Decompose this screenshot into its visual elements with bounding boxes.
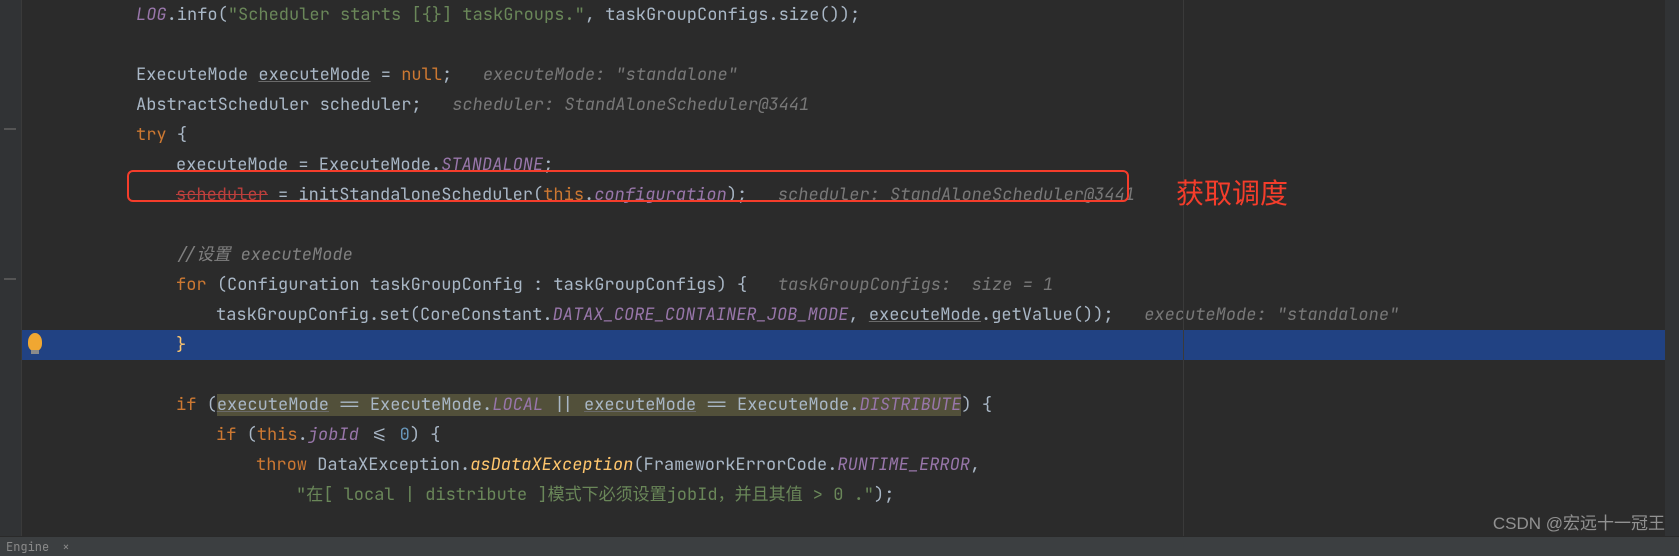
code-line-empty[interactable]: [22, 360, 1679, 390]
code-text: DataXException.: [317, 454, 470, 476]
code-line-empty[interactable]: [22, 210, 1679, 240]
code-text: ) {: [410, 424, 441, 446]
editor[interactable]: LOG.info("Scheduler starts [{}] taskGrou…: [22, 0, 1679, 536]
code-line[interactable]: scheduler = initStandaloneScheduler(this…: [22, 180, 1679, 210]
code-line[interactable]: for (Configuration taskGroupConfig : tas…: [22, 270, 1679, 300]
variable-reassigned: scheduler: [176, 184, 268, 206]
code-text: ) {: [961, 394, 992, 416]
code-text: == ExecuteMode.: [329, 394, 492, 416]
code-line[interactable]: LOG.info("Scheduler starts [{}] taskGrou…: [22, 0, 1679, 30]
keyword: if: [216, 424, 247, 446]
code-text: .info(: [167, 4, 228, 26]
code-line[interactable]: if (this.jobId <= 0) {: [22, 420, 1679, 450]
code-text: ,: [848, 304, 868, 326]
field-ref: configuration: [594, 184, 727, 206]
error-stripe[interactable]: [1665, 0, 1679, 536]
brace: {: [177, 124, 187, 146]
field-ref: LOG: [136, 4, 167, 26]
close-icon[interactable]: ×: [62, 537, 69, 556]
static-field: DATAX_CORE_CONTAINER_JOB_MODE: [553, 304, 849, 326]
inlay-hint: scheduler: StandAloneScheduler@3441: [452, 94, 809, 116]
field-ref: jobId: [308, 424, 359, 446]
inlay-hint: taskGroupConfigs: size = 1: [778, 274, 1053, 296]
code-line-current[interactable]: }: [22, 330, 1679, 360]
annotation-label: 获取调度: [1176, 172, 1288, 212]
gutter-marker: [4, 278, 16, 280]
code-line[interactable]: "在[ local | distribute ]模式下必须设置jobId，并且其…: [22, 480, 1679, 510]
tool-window-tab[interactable]: Engine ×: [0, 536, 1679, 556]
code-text: , taskGroupConfigs.size());: [585, 4, 860, 26]
number: 0: [400, 424, 410, 446]
static-method: asDataXException: [470, 454, 633, 476]
keyword: try: [136, 124, 177, 146]
code-text: .getValue());: [981, 304, 1144, 326]
static-field: DISTRIBUTE: [859, 394, 961, 416]
gutter[interactable]: [0, 0, 22, 556]
variable: executeMode: [869, 304, 981, 326]
code-text: ;: [543, 154, 553, 176]
code-text: );: [727, 184, 778, 206]
tool-window-label: Engine: [6, 539, 49, 555]
keyword: this: [257, 424, 298, 446]
code-line[interactable]: ExecuteMode executeMode = null; executeM…: [22, 60, 1679, 90]
keyword: this: [543, 184, 584, 206]
code-text: =: [371, 64, 402, 86]
code-line[interactable]: try {: [22, 120, 1679, 150]
static-field: STANDALONE: [441, 154, 543, 176]
code-line[interactable]: //设置 executeMode: [22, 240, 1679, 270]
code-text: ,: [970, 454, 980, 476]
variable: executeMode: [258, 64, 370, 86]
code-line[interactable]: throw DataXException.asDataXException(Fr…: [22, 450, 1679, 480]
gutter-marker: [4, 128, 16, 130]
inlay-hint: executeMode: "standalone": [1144, 304, 1399, 326]
code-line[interactable]: taskGroupConfig.set(CoreConstant.DATAX_C…: [22, 300, 1679, 330]
watermark: CSDN @宏远十一冠王: [1493, 509, 1665, 534]
code-text: (Configuration taskGroupConfig : taskGro…: [217, 274, 778, 296]
static-field: RUNTIME_ERROR: [837, 454, 970, 476]
intention-bulb-icon[interactable]: [28, 333, 42, 351]
keyword: if: [176, 394, 207, 416]
code-line[interactable]: executeMode = ExecuteMode.STANDALONE;: [22, 150, 1679, 180]
code-text: = initStandaloneScheduler(: [268, 184, 543, 206]
code-text: (: [247, 424, 257, 446]
code-text: ||: [543, 394, 584, 416]
code-line[interactable]: AbstractScheduler scheduler; scheduler: …: [22, 90, 1679, 120]
keyword: null: [401, 64, 442, 86]
code-text: <=: [359, 424, 400, 446]
inlay-hint: scheduler: StandAloneScheduler@3441: [778, 184, 1135, 206]
string-literal: "Scheduler starts [{}] taskGroups.": [228, 4, 585, 26]
code-text: (FrameworkErrorCode.: [633, 454, 837, 476]
static-field: LOCAL: [492, 394, 543, 416]
comment: //设置 executeMode: [176, 244, 353, 266]
keyword: throw: [256, 454, 317, 476]
inlay-hint: executeMode: "standalone": [483, 64, 738, 86]
code-text: ExecuteMode: [136, 64, 258, 86]
code-text: == ExecuteMode.: [696, 394, 859, 416]
code-line[interactable]: if (executeMode == ExecuteMode.LOCAL || …: [22, 390, 1679, 420]
variable-warn: executeMode: [584, 394, 696, 416]
code-text: );: [874, 484, 894, 506]
variable-warn: executeMode: [217, 394, 329, 416]
code-text: AbstractScheduler scheduler;: [136, 94, 452, 116]
string-literal: "在[ local | distribute ]模式下必须设置jobId，并且其…: [296, 484, 874, 506]
variable: executeMode = ExecuteMode.: [176, 154, 441, 176]
code-text: taskGroupConfig.set(CoreConstant.: [216, 304, 553, 326]
code-line-empty[interactable]: [22, 30, 1679, 60]
code-text: (: [207, 394, 217, 416]
code-text: .: [298, 424, 308, 446]
keyword: for: [176, 274, 217, 296]
brace: }: [176, 334, 186, 356]
code-text: ;: [442, 64, 483, 86]
code-text: .: [584, 184, 594, 206]
